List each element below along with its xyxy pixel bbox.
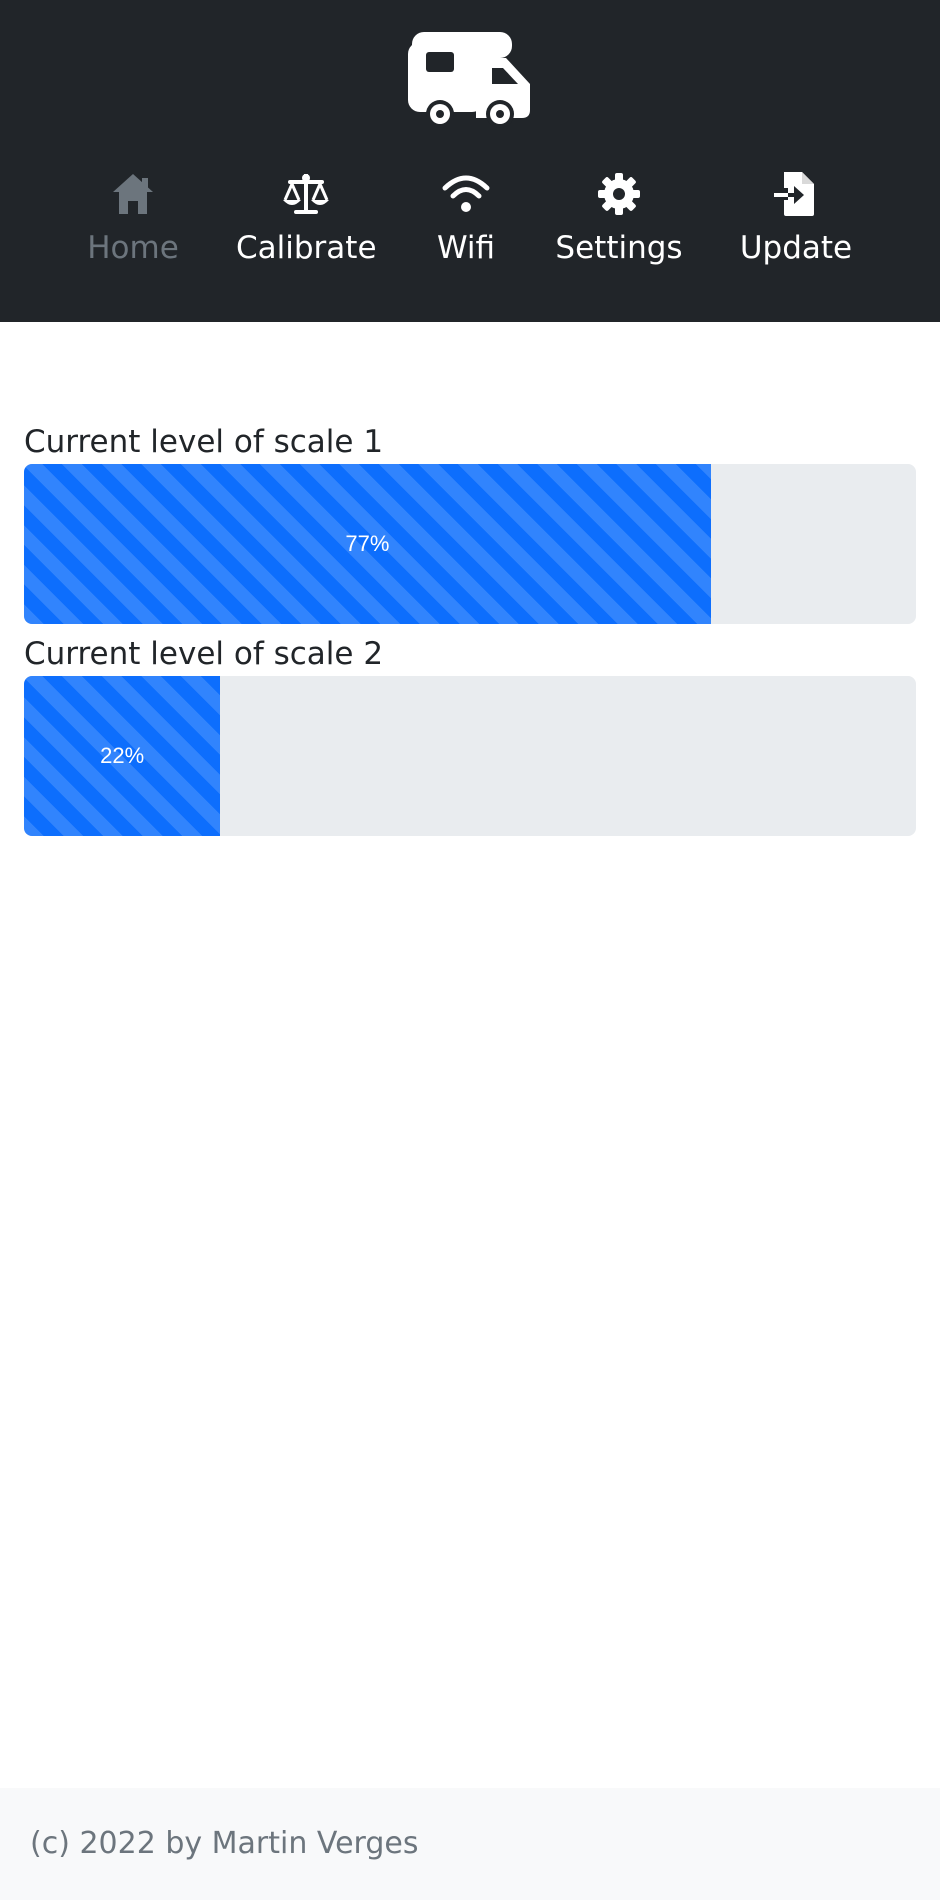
copyright-text: (c) 2022 by Martin Verges [30,1826,419,1861]
footer: (c) 2022 by Martin Verges [0,1788,940,1900]
nav-item-label: Calibrate [236,230,377,266]
nav-item-label: Update [739,230,853,266]
file-import-icon [772,170,820,218]
main-nav: Home Calibrate Wifi Settings Update [0,170,940,280]
nav-item-update[interactable]: Update [737,170,855,280]
progress-track: 77% [24,464,916,624]
scale-label: Current level of scale 1 [24,424,384,460]
nav-item-settings[interactable]: Settings [551,170,687,280]
scale-level-2: Current level of scale 2 22% [24,632,916,836]
nav-item-label: Settings [555,230,683,266]
progress-bar: 22% [24,676,221,836]
progress-track: 22% [24,676,916,836]
nav-item-home[interactable]: Home [80,170,186,280]
main-content: Current level of scale 1 77% Current lev… [24,420,916,844]
gear-icon [595,170,643,218]
scale-level-1: Current level of scale 1 77% [24,420,916,624]
progress-text: 77% [345,531,390,556]
nav-item-calibrate[interactable]: Calibrate [236,170,377,280]
wifi-icon [442,170,490,218]
house-icon [109,170,157,218]
camper-van-icon [406,28,534,130]
scale-label: Current level of scale 2 [24,636,384,672]
header: Home Calibrate Wifi Settings Update [0,0,940,322]
nav-item-label: Wifi [436,230,496,266]
progress-text: 22% [100,743,145,768]
nav-item-label: Home [87,230,179,266]
scale-balance-icon [282,170,330,218]
progress-bar: 77% [24,464,711,624]
page: Home Calibrate Wifi Settings Update Curr… [0,0,940,1900]
nav-item-wifi[interactable]: Wifi [425,170,507,280]
